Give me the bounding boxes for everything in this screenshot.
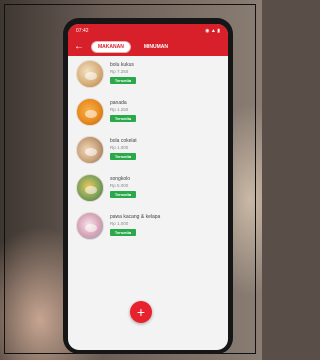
list-item[interactable]: bola cokelat Rp 1.000 Tersedia bbox=[68, 134, 228, 172]
tab-makanan[interactable]: MAKANAN bbox=[91, 41, 131, 53]
status-time: 07:42 bbox=[76, 28, 89, 34]
food-thumbnail bbox=[76, 174, 104, 202]
menu-list: bolu kukus Rp 7.250 Tersedia panada Rp 1… bbox=[68, 56, 228, 248]
item-price: Rp 5.000 bbox=[110, 183, 129, 188]
item-price: Rp 1.000 bbox=[110, 221, 129, 226]
list-item[interactable]: panada Rp 1.250 Tersedia bbox=[68, 96, 228, 134]
list-item[interactable]: pawa kacang & kelapa Rp 1.000 Tersedia bbox=[68, 210, 228, 248]
arrow-left-icon[interactable]: ← bbox=[74, 42, 84, 52]
item-price: Rp 1.000 bbox=[110, 145, 129, 150]
item-name: panada bbox=[110, 100, 127, 106]
item-name: songkolo bbox=[110, 176, 131, 182]
item-price: Rp 1.250 bbox=[110, 107, 129, 112]
food-thumbnail bbox=[76, 212, 104, 240]
app-bar: ← MAKANAN MINUMAN bbox=[68, 38, 228, 56]
food-thumbnail bbox=[76, 136, 104, 164]
availability-button[interactable]: Tersedia bbox=[110, 229, 136, 236]
food-thumbnail bbox=[76, 98, 104, 126]
availability-button[interactable]: Tersedia bbox=[110, 191, 136, 198]
availability-button[interactable]: Tersedia bbox=[110, 153, 136, 160]
list-item[interactable]: bolu kukus Rp 7.250 Tersedia bbox=[68, 58, 228, 96]
status-icons: ◉ ▲ ▮ bbox=[205, 28, 220, 34]
item-name: bolu kukus bbox=[110, 62, 134, 68]
tab-minuman[interactable]: MINUMAN bbox=[138, 42, 174, 52]
availability-button[interactable]: Tersedia bbox=[110, 115, 136, 122]
item-name: bola cokelat bbox=[110, 138, 137, 144]
item-name: pawa kacang & kelapa bbox=[110, 214, 161, 220]
add-item-button[interactable]: + bbox=[130, 301, 152, 323]
item-price: Rp 7.250 bbox=[110, 69, 129, 74]
list-item[interactable]: songkolo Rp 5.000 Tersedia bbox=[68, 172, 228, 210]
status-bar: 07:42 ◉ ▲ ▮ bbox=[68, 24, 228, 38]
plus-icon: + bbox=[136, 304, 146, 320]
food-thumbnail bbox=[76, 60, 104, 88]
phone-screen: 07:42 ◉ ▲ ▮ ← MAKANAN MINUMAN bolu kukus… bbox=[68, 24, 228, 350]
availability-button[interactable]: Tersedia bbox=[110, 77, 136, 84]
